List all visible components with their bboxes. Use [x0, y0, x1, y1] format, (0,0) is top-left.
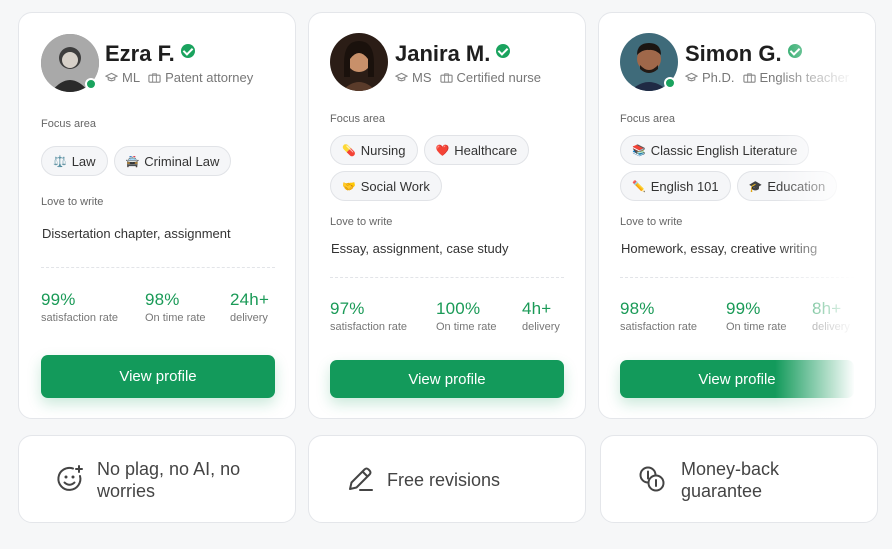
profession: Patent attorney	[165, 70, 254, 85]
briefcase-icon	[148, 73, 161, 83]
stat-on-time: 99% On time rate	[726, 299, 787, 333]
tag-healthcare[interactable]: ❤️ Healthcare	[423, 135, 530, 165]
verified-icon	[787, 44, 802, 58]
divider	[620, 277, 854, 278]
online-indicator	[664, 77, 676, 89]
feature-text: Money-back guarantee	[681, 459, 780, 501]
writer-card: Janira M. MS Certified nurse Focus area …	[308, 12, 586, 419]
tag-classic-english-literature[interactable]: 📚 Classic English Literature	[620, 135, 810, 165]
avatar[interactable]	[330, 33, 388, 91]
smiley-plus-icon	[57, 465, 83, 491]
love-to-write-text: Dissertation chapter, assignment	[42, 226, 231, 241]
focus-tags: 💊 Nursing ❤️ Healthcare 🤝 Social Work	[330, 135, 570, 201]
tag-nursing[interactable]: 💊 Nursing	[330, 135, 418, 165]
love-to-write-text: Homework, essay, creative writing	[621, 241, 818, 256]
writer-name[interactable]: Ezra F.	[105, 41, 195, 67]
divider	[330, 277, 564, 278]
online-indicator	[85, 78, 97, 90]
degree: Ph.D.	[702, 70, 735, 85]
love-to-write-text: Essay, assignment, case study	[331, 241, 509, 256]
stat-delivery: 4h+ delivery	[522, 299, 560, 333]
handshake-icon: 🤝	[342, 180, 356, 193]
pencil-icon	[349, 467, 373, 491]
books-icon: 📚	[632, 144, 646, 157]
pencil-icon: ✏️	[632, 180, 646, 193]
feature-text: Free revisions	[387, 470, 501, 490]
writer-name[interactable]: Simon G.	[685, 41, 802, 67]
feature-text: No plag, no AI, no worries	[97, 459, 241, 501]
love-to-write-label: Love to write	[330, 216, 393, 228]
love-to-write-label: Love to write	[620, 216, 683, 228]
view-profile-button[interactable]: View profile	[41, 355, 275, 398]
coins-icon	[639, 466, 665, 492]
degree: ML	[122, 70, 141, 85]
writer-meta: Ph.D. English teacher	[685, 70, 849, 85]
focus-tags: ⚖️ Law 🚔 Criminal Law	[41, 146, 281, 176]
verified-icon	[180, 44, 195, 58]
stat-satisfaction: 99% satisfaction rate	[41, 290, 119, 324]
graduation-cap-icon	[105, 72, 118, 82]
stat-on-time: 100% On time rate	[436, 299, 497, 333]
writer-card: Simon G. Ph.D. English teacher Focus are…	[598, 12, 876, 419]
feature-no-plagiarism: No plag, no AI, no worries	[18, 435, 296, 523]
focus-area-label: Focus area	[620, 113, 676, 125]
stat-satisfaction: 98% satisfaction rate	[620, 299, 698, 333]
writer-card: Ezra F. ML Patent attorney Focus area ⚖️…	[18, 12, 296, 419]
view-profile-button[interactable]: View profile	[330, 360, 564, 398]
scales-icon: ⚖️	[53, 155, 67, 168]
tag-english-101[interactable]: ✏️ English 101	[620, 171, 731, 201]
love-to-write-label: Love to write	[41, 196, 104, 208]
feature-money-back: Money-back guarantee	[600, 435, 878, 523]
pill-icon: 💊	[342, 144, 356, 157]
tag-criminal-law[interactable]: 🚔 Criminal Law	[113, 146, 232, 176]
tag-education[interactable]: 🎓 Education	[736, 171, 838, 201]
writer-name[interactable]: Janira M.	[395, 41, 511, 67]
police-car-icon: 🚔	[125, 155, 140, 168]
graduation-cap-icon: 🎓	[748, 180, 763, 193]
profession: Certified nurse	[456, 70, 542, 85]
focus-area-label: Focus area	[41, 118, 97, 130]
writer-meta: ML Patent attorney	[105, 70, 253, 85]
tag-law[interactable]: ⚖️ Law	[41, 146, 108, 176]
heart-icon: ❤️	[435, 144, 450, 157]
briefcase-icon	[742, 73, 756, 83]
divider	[41, 267, 275, 268]
stat-delivery: 24h+ delivery	[230, 290, 270, 324]
stat-delivery: 8h+ delivery	[812, 299, 850, 333]
graduation-cap-icon	[395, 72, 408, 82]
profession: English teacher	[759, 70, 850, 85]
focus-tags: 📚 Classic English Literature ✏️ English 10…	[620, 135, 875, 201]
feature-free-revisions: Free revisions	[308, 435, 586, 523]
focus-area-label: Focus area	[330, 113, 386, 125]
writer-meta: MS Certified nurse	[395, 70, 541, 85]
graduation-cap-icon	[685, 72, 698, 82]
verified-icon	[496, 44, 511, 58]
stat-on-time: 98% On time rate	[145, 290, 206, 324]
degree: MS	[412, 70, 432, 85]
view-profile-button[interactable]: View profile	[620, 360, 854, 398]
stat-satisfaction: 97% satisfaction rate	[330, 299, 408, 333]
tag-social-work[interactable]: 🤝 Social Work	[330, 171, 442, 201]
briefcase-icon	[439, 73, 453, 83]
